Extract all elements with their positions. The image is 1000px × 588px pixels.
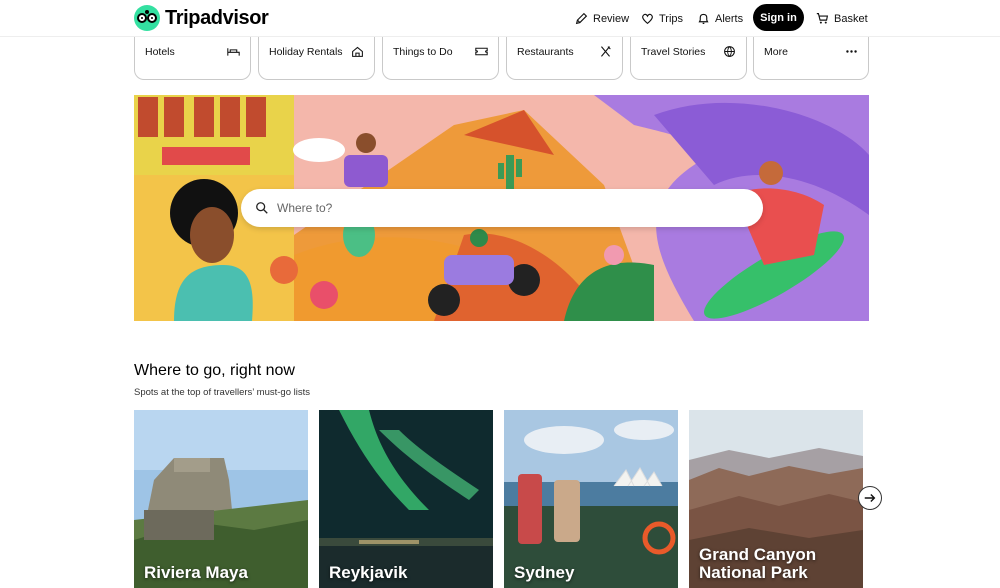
hero-banner [134, 95, 869, 321]
cart-icon [816, 13, 829, 24]
top-header: Tripadvisor Review Trips Alerts Sign in … [0, 0, 1000, 37]
destination-card-sydney[interactable]: Sydney [504, 410, 678, 588]
owl-logo-icon [134, 5, 160, 31]
category-things-to-do[interactable]: Things to Do [382, 37, 499, 80]
trips-label: Trips [659, 12, 684, 25]
destination-photo [319, 410, 493, 588]
sign-in-button[interactable]: Sign in [753, 4, 804, 31]
brand-name: Tripadvisor [165, 6, 269, 29]
alerts-link[interactable]: Alerts [697, 6, 743, 31]
carousel-next-button[interactable] [858, 486, 882, 510]
globe-icon [723, 45, 736, 60]
ticket-icon [475, 45, 488, 60]
arrow-right-icon [864, 494, 876, 502]
review-link[interactable]: Review [575, 6, 629, 31]
destination-card-reykjavik[interactable]: Reykjavik [319, 410, 493, 588]
search-icon [256, 202, 268, 214]
destination-name: Sydney [514, 563, 575, 582]
destination-photo [134, 410, 308, 588]
category-label: Restaurants [517, 46, 574, 58]
category-label: Travel Stories [641, 46, 706, 58]
trips-link[interactable]: Trips [641, 6, 683, 31]
destination-name: Riviera Maya [144, 563, 248, 582]
category-more[interactable]: More [753, 37, 869, 80]
utensils-icon [599, 45, 612, 60]
more-dots-icon [845, 45, 858, 60]
pencil-icon [575, 12, 588, 25]
destination-card-grand-canyon[interactable]: Grand Canyon National Park [689, 410, 863, 588]
search-input[interactable] [277, 201, 717, 215]
destination-name: Reykjavik [329, 563, 408, 582]
alerts-label: Alerts [715, 12, 744, 25]
review-label: Review [593, 12, 630, 25]
category-hotels[interactable]: Hotels [134, 37, 251, 80]
heart-icon [642, 13, 653, 25]
bed-icon [227, 45, 240, 60]
category-travel-stories[interactable]: Travel Stories [630, 37, 747, 80]
category-restaurants[interactable]: Restaurants [506, 37, 623, 80]
search-bar[interactable] [241, 189, 763, 227]
house-icon [351, 45, 364, 60]
bell-icon [698, 13, 709, 24]
category-label: Hotels [145, 46, 175, 58]
section-title: Where to go, right now [134, 362, 295, 379]
basket-label: Basket [834, 12, 868, 25]
section-subtitle: Spots at the top of travellers’ must-go … [134, 387, 311, 398]
destination-name: Grand Canyon National Park [699, 545, 817, 582]
basket-link[interactable]: Basket [816, 6, 868, 31]
tripadvisor-logo[interactable]: Tripadvisor [134, 5, 269, 31]
destination-card-riviera-maya[interactable]: Riviera Maya [134, 410, 308, 588]
category-label: Things to Do [393, 46, 453, 58]
category-label: Holiday Rentals [269, 46, 343, 58]
category-holiday-rentals[interactable]: Holiday Rentals [258, 37, 375, 80]
destination-photo [504, 410, 678, 588]
category-label: More [764, 46, 788, 58]
